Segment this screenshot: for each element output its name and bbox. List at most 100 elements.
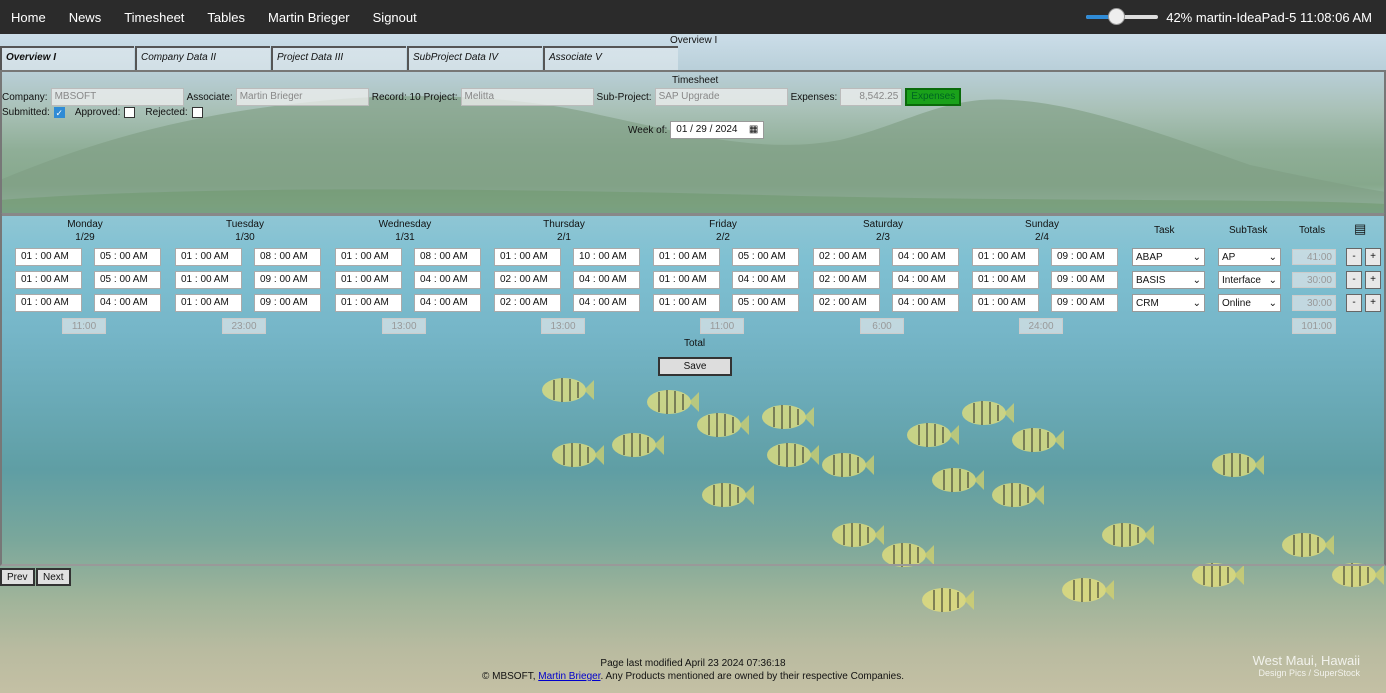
project-field[interactable]: Melitta xyxy=(460,88,594,106)
day-header: Tuesday 1/30 xyxy=(195,218,295,244)
start-time-input[interactable]: 01 : 00 AM xyxy=(175,248,242,266)
end-time-input[interactable]: 05 : 00 AM xyxy=(94,271,161,289)
end-time-input[interactable]: 04 : 00 AM xyxy=(414,294,481,312)
brightness-slider-knob[interactable] xyxy=(1108,8,1126,25)
company-field[interactable]: MBSOFT xyxy=(50,88,184,106)
nav-news[interactable]: News xyxy=(69,10,102,25)
start-time-input[interactable]: 02 : 00 AM xyxy=(813,248,880,266)
end-time-input[interactable]: 09 : 00 AM xyxy=(254,294,321,312)
nav-timesheet[interactable]: Timesheet xyxy=(124,10,184,25)
end-time-input[interactable]: 10 : 00 AM xyxy=(573,248,640,266)
remove-row-button[interactable]: - xyxy=(1346,248,1362,266)
end-time-input[interactable]: 08 : 00 AM xyxy=(414,248,481,266)
start-time-input[interactable]: 01 : 00 AM xyxy=(653,294,720,312)
expenses-button[interactable]: Expenses xyxy=(905,88,962,106)
add-row-button[interactable]: + xyxy=(1365,271,1381,289)
add-row-button[interactable]: + xyxy=(1365,248,1381,266)
tab-project-data[interactable]: Project Data III xyxy=(271,46,406,70)
start-time-input[interactable]: 01 : 00 AM xyxy=(972,271,1039,289)
associate-label: Associate: xyxy=(186,91,233,103)
project-label: Project: xyxy=(423,91,458,103)
start-time-input[interactable]: 01 : 00 AM xyxy=(494,248,561,266)
tab-associate[interactable]: Associate V xyxy=(543,46,678,70)
row-total: 30:00 xyxy=(1292,295,1336,311)
rejected-checkbox[interactable] xyxy=(191,107,203,118)
end-time-input[interactable]: 04 : 00 AM xyxy=(892,271,959,289)
end-time-input[interactable]: 04 : 00 AM xyxy=(573,294,640,312)
approved-checkbox[interactable] xyxy=(124,107,136,118)
remove-row-button[interactable]: - xyxy=(1346,294,1362,312)
end-time-input[interactable]: 09 : 00 AM xyxy=(1051,248,1118,266)
end-time-input[interactable]: 04 : 00 AM xyxy=(94,294,161,312)
end-time-input[interactable]: 04 : 00 AM xyxy=(732,271,799,289)
subtask-select[interactable]: AP ⌄ xyxy=(1218,248,1281,266)
day-header: Saturday 2/3 xyxy=(833,218,933,244)
expenses-field[interactable]: 8,542.25 xyxy=(840,88,903,106)
end-time-input[interactable]: 04 : 00 AM xyxy=(892,294,959,312)
end-time-input[interactable]: 09 : 00 AM xyxy=(1051,294,1118,312)
nav-tables[interactable]: Tables xyxy=(207,10,245,25)
chevron-down-icon: ⌄ xyxy=(1192,274,1201,286)
tab-overview[interactable]: Overview I xyxy=(0,46,134,70)
fish-decoration xyxy=(1060,575,1114,608)
prev-button[interactable]: Prev xyxy=(0,568,35,586)
save-button[interactable]: Save xyxy=(658,357,732,376)
subtask-select[interactable]: Interface ⌄ xyxy=(1218,271,1281,289)
nav-home[interactable]: Home xyxy=(11,10,46,25)
start-time-input[interactable]: 01 : 00 AM xyxy=(175,294,242,312)
end-time-input[interactable]: 04 : 00 AM xyxy=(892,248,959,266)
tab-company-data[interactable]: Company Data II xyxy=(135,46,270,70)
last-modified: Page last modified April 23 2024 07:36:1… xyxy=(600,658,786,669)
end-time-input[interactable]: 05 : 00 AM xyxy=(732,248,799,266)
day-name: Wednesday xyxy=(378,219,432,230)
start-time-input[interactable]: 01 : 00 AM xyxy=(972,294,1039,312)
start-time-input[interactable]: 01 : 00 AM xyxy=(335,248,402,266)
day-name: Thursday xyxy=(543,219,585,230)
nav-signout[interactable]: Signout xyxy=(373,10,417,25)
end-time-input[interactable]: 08 : 00 AM xyxy=(254,248,321,266)
associate-field[interactable]: Martin Brieger xyxy=(235,88,369,106)
end-time-input[interactable]: 04 : 00 AM xyxy=(414,271,481,289)
start-time-input[interactable]: 01 : 00 AM xyxy=(175,271,242,289)
start-time-input[interactable]: 01 : 00 AM xyxy=(653,271,720,289)
tab-subproject-data[interactable]: SubProject Data IV xyxy=(407,46,542,70)
timesheet-info-row: Company: MBSOFT Associate: Martin Briege… xyxy=(2,88,962,106)
end-time-input[interactable]: 09 : 00 AM xyxy=(254,271,321,289)
start-time-input[interactable]: 01 : 00 AM xyxy=(15,271,82,289)
submitted-checkbox[interactable]: ✓ xyxy=(53,107,65,118)
subtask-value: Online xyxy=(1222,297,1251,309)
start-time-input[interactable]: 01 : 00 AM xyxy=(335,294,402,312)
start-time-input[interactable]: 02 : 00 AM xyxy=(813,294,880,312)
start-time-input[interactable]: 01 : 00 AM xyxy=(972,248,1039,266)
author-link[interactable]: Martin Brieger xyxy=(538,671,600,682)
start-time-input[interactable]: 01 : 00 AM xyxy=(15,248,82,266)
end-time-input[interactable]: 04 : 00 AM xyxy=(573,271,640,289)
copy-icon[interactable]: ▤ xyxy=(1354,221,1366,237)
brightness-slider[interactable] xyxy=(1086,8,1159,25)
start-time-input[interactable]: 01 : 00 AM xyxy=(653,248,720,266)
task-select[interactable]: ABAP ⌄ xyxy=(1132,248,1205,266)
next-button[interactable]: Next xyxy=(36,568,71,586)
subtask-select[interactable]: Online ⌄ xyxy=(1218,294,1281,312)
calendar-icon[interactable]: ▦ xyxy=(749,124,758,136)
day-name: Saturday xyxy=(862,219,904,230)
start-time-input[interactable]: 02 : 00 AM xyxy=(494,271,561,289)
remove-row-button[interactable]: - xyxy=(1346,271,1362,289)
clock: 11:08:06 AM xyxy=(1299,9,1372,25)
week-date-input[interactable]: 01 / 29 / 2024 ▦ xyxy=(670,121,765,139)
start-time-input[interactable]: 01 : 00 AM xyxy=(335,271,402,289)
add-row-button[interactable]: + xyxy=(1365,294,1381,312)
end-time-input[interactable]: 05 : 00 AM xyxy=(94,248,161,266)
end-time-input[interactable]: 05 : 00 AM xyxy=(732,294,799,312)
start-time-input[interactable]: 01 : 00 AM xyxy=(15,294,82,312)
subtask-header: SubTask xyxy=(1229,225,1268,236)
start-time-input[interactable]: 02 : 00 AM xyxy=(813,271,880,289)
task-select[interactable]: CRM ⌄ xyxy=(1132,294,1205,312)
start-time-input[interactable]: 02 : 00 AM xyxy=(494,294,561,312)
approval-row: Submitted: ✓ Approved: Rejected: xyxy=(2,107,209,118)
nav-user[interactable]: Martin Brieger xyxy=(268,10,350,25)
subproject-field[interactable]: SAP Upgrade xyxy=(654,88,788,106)
day-date: 2/3 xyxy=(876,232,890,243)
task-select[interactable]: BASIS ⌄ xyxy=(1132,271,1205,289)
end-time-input[interactable]: 09 : 00 AM xyxy=(1051,271,1118,289)
